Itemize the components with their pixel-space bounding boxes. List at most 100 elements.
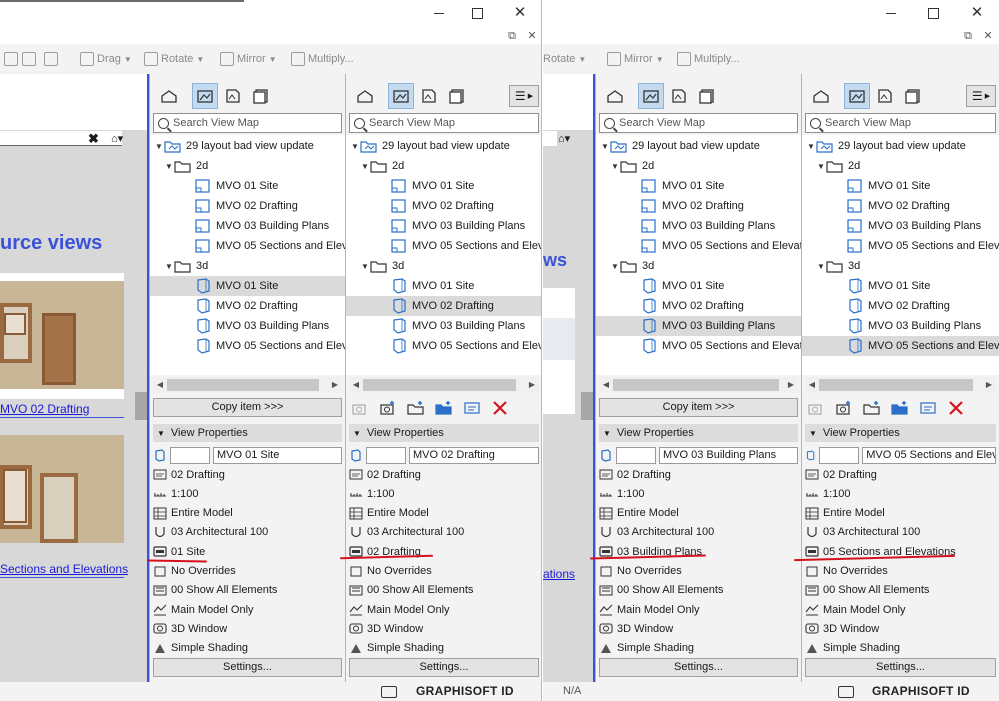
tree-root[interactable]: ▼ 29 layout bad view update (802, 136, 999, 156)
view-id-field[interactable] (819, 446, 860, 464)
project-map-tab[interactable] (808, 83, 834, 109)
view-name-field[interactable]: MVO 02 Drafting (409, 446, 539, 464)
maximize-button[interactable] (918, 0, 948, 26)
view-property-row[interactable]: Main Model Only (153, 600, 342, 619)
view-property-row[interactable]: Main Model Only (349, 600, 539, 619)
tree-folder-3d[interactable]: ▼ 3d (150, 256, 345, 276)
view-settings-button[interactable] (917, 398, 939, 418)
search-input[interactable] (619, 117, 797, 129)
view-property-row[interactable]: Simple Shading (599, 639, 798, 658)
tree-item-3d[interactable]: MVO 01 Site (802, 276, 999, 296)
tree-item-2d[interactable]: MVO 05 Sections and Elevations (150, 236, 345, 256)
scroll-thumb[interactable] (167, 379, 319, 391)
view-id-field[interactable] (170, 446, 210, 464)
navigator-icon[interactable]: ⌂▾ (558, 132, 570, 145)
chevron-down-icon[interactable]: ▼ (164, 162, 174, 171)
view-link-2[interactable]: ations (543, 567, 575, 581)
mirror-tool[interactable]: Mirror ▼ (220, 50, 277, 68)
chevron-down-icon[interactable]: ▼ (806, 142, 816, 151)
chevron-down-icon[interactable]: ▼ (816, 262, 826, 271)
view-property-row[interactable]: Entire Model (599, 504, 798, 523)
view-map-tab[interactable] (192, 83, 218, 109)
scroll-left-icon[interactable]: ◀ (599, 377, 613, 393)
canvas-tab-field[interactable] (0, 131, 122, 146)
view-property-row[interactable]: 02 Drafting (153, 465, 342, 484)
close-icon[interactable]: ✖ (88, 131, 99, 147)
copy-item-button[interactable]: Copy item >>> (153, 398, 342, 417)
view-properties-header[interactable]: ▼ View Properties (153, 424, 342, 442)
tree-item-2d[interactable]: MVO 03 Building Plans (596, 216, 801, 236)
tree-item-3d[interactable]: MVO 02 Drafting (802, 296, 999, 316)
palette-close-button[interactable]: ✕ (978, 28, 998, 44)
view-property-row[interactable]: 01 Site (153, 542, 342, 561)
layout-canvas[interactable]: ⌂▾ ws ations (543, 74, 595, 682)
new-view-button[interactable] (805, 398, 827, 418)
tree-item-2d[interactable]: MVO 02 Drafting (802, 196, 999, 216)
project-map-tab[interactable] (156, 83, 182, 109)
scroll-thumb[interactable] (613, 379, 779, 391)
tool-icon[interactable] (4, 50, 18, 68)
tree-item-3d[interactable]: MVO 03 Building Plans (346, 316, 541, 336)
graphisoft-id-icon[interactable] (838, 686, 854, 698)
layout-book-tab[interactable] (666, 83, 692, 109)
restore-icon[interactable]: ⧉ (958, 28, 978, 44)
delete-button[interactable] (945, 398, 967, 418)
chevron-down-icon[interactable]: ▼ (360, 162, 370, 171)
tree-root[interactable]: ▼ 29 layout bad view update (346, 136, 541, 156)
tool-icon[interactable] (44, 50, 58, 68)
view-property-row[interactable]: 02 Drafting (349, 542, 539, 561)
tree-folder-3d[interactable]: ▼ 3d (802, 256, 999, 276)
copy-item-button[interactable]: Copy item >>> (599, 398, 798, 417)
close-button[interactable]: ✕ (962, 0, 992, 26)
tree-item-2d[interactable]: MVO 03 Building Plans (346, 216, 541, 236)
navigator-menu-button[interactable]: ☰ ▶ (509, 85, 539, 107)
tree-folder-2d[interactable]: ▼ 2d (150, 156, 345, 176)
view-property-row[interactable]: Entire Model (153, 504, 342, 523)
scroll-right-icon[interactable]: ▶ (328, 377, 342, 393)
view-property-row[interactable]: No Overrides (349, 562, 539, 581)
view-property-row[interactable]: Entire Model (805, 504, 996, 523)
tree-item-3d[interactable]: MVO 03 Building Plans (802, 316, 999, 336)
scroll-right-icon[interactable]: ▶ (784, 377, 798, 393)
view-property-row[interactable]: 03 Architectural 100 (349, 523, 539, 542)
view-map-tab[interactable] (844, 83, 870, 109)
tree-folder-2d[interactable]: ▼ 2d (802, 156, 999, 176)
settings-button[interactable]: Settings... (805, 658, 996, 677)
settings-button[interactable]: Settings... (153, 658, 342, 677)
clone-folder-button[interactable] (433, 398, 455, 418)
view-property-row[interactable]: 03 Architectural 100 (599, 523, 798, 542)
view-property-row[interactable]: 03 Architectural 100 (153, 523, 342, 542)
view-property-row[interactable]: 1:100 (599, 484, 798, 503)
view-property-row[interactable]: 3D Window (599, 619, 798, 638)
view-link-1[interactable]: MVO 02 Drafting (0, 402, 89, 416)
new-view-button[interactable] (349, 398, 371, 418)
view-property-row[interactable]: Entire Model (349, 504, 539, 523)
view-property-row[interactable]: Main Model Only (805, 600, 996, 619)
chevron-down-icon[interactable]: ▼ (600, 142, 610, 151)
tree-item-2d[interactable]: MVO 02 Drafting (346, 196, 541, 216)
tree-item-3d[interactable]: MVO 03 Building Plans (596, 316, 801, 336)
view-map-tab[interactable] (638, 83, 664, 109)
tree-horizontal-scrollbar[interactable]: ◀ ▶ (599, 377, 798, 393)
search-input[interactable] (173, 117, 341, 129)
publisher-sets-tab[interactable] (248, 83, 274, 109)
view-property-row[interactable]: 00 Show All Elements (349, 581, 539, 600)
new-folder-button[interactable] (861, 398, 883, 418)
tree-root[interactable]: ▼ 29 layout bad view update (150, 136, 345, 156)
tree-item-2d[interactable]: MVO 05 Sections and Elevations (596, 236, 801, 256)
tree-item-3d[interactable]: MVO 05 Sections and Elevations (150, 336, 345, 356)
graphisoft-id-icon[interactable] (381, 686, 397, 698)
view-map-tab[interactable] (388, 83, 414, 109)
chevron-down-icon[interactable]: ▼ (164, 262, 174, 271)
scroll-left-icon[interactable]: ◀ (805, 377, 819, 393)
multiply-tool[interactable]: Multiply... (677, 50, 740, 68)
scroll-right-icon[interactable]: ▶ (982, 377, 996, 393)
navigator-icon[interactable]: ⌂▾ (111, 132, 123, 145)
graphisoft-brand[interactable]: GRAPHISOFT ID (872, 684, 970, 698)
tree-item-3d[interactable]: MVO 05 Sections and Elevations (346, 336, 541, 356)
rotate-tool[interactable]: Rotate ▼ (144, 50, 204, 68)
canvas-tab-field[interactable] (543, 131, 557, 146)
navigator-menu-button[interactable]: ☰ ▶ (966, 85, 996, 107)
view-property-row[interactable]: 1:100 (349, 484, 539, 503)
scroll-left-icon[interactable]: ◀ (349, 377, 363, 393)
